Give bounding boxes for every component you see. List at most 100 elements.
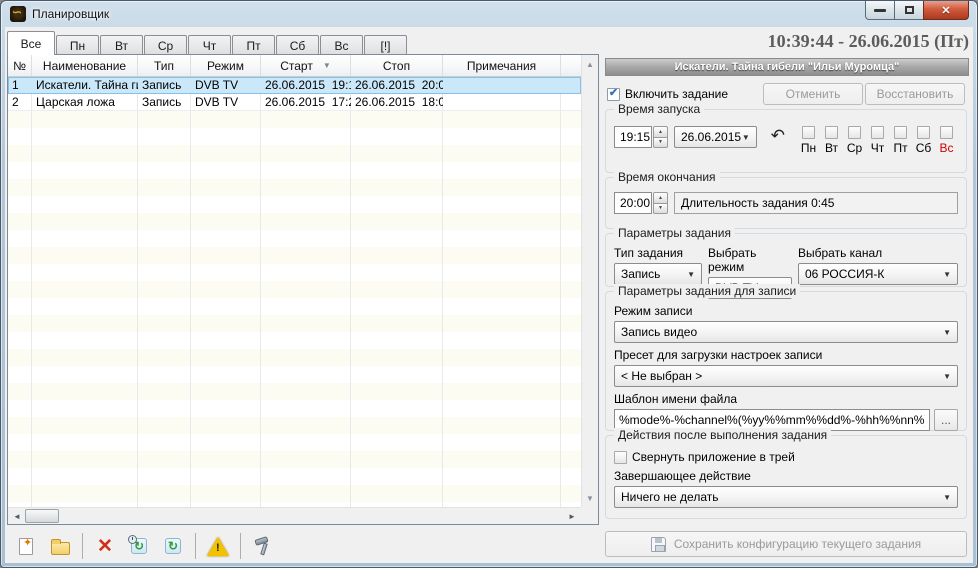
tools-button[interactable]: [248, 533, 278, 559]
chevron-down-icon: ▼: [943, 372, 951, 381]
enable-task-checkbox[interactable]: ✔: [607, 88, 620, 101]
cancel-button[interactable]: Отменить: [763, 83, 863, 105]
toolbar-separator: [195, 533, 196, 559]
task-type-label: Тип задания: [614, 246, 702, 260]
column-header-name[interactable]: Наименование: [32, 55, 138, 76]
delete-icon: ✕: [97, 537, 113, 556]
window-title: Планировщик: [32, 7, 109, 21]
day-wed: Ср: [843, 126, 866, 155]
tab-alert[interactable]: [!]: [364, 35, 407, 55]
close-button[interactable]: ✕: [923, 1, 969, 20]
end-time-spinner[interactable]: 20:00 ▲▼: [614, 192, 668, 214]
undo-icon[interactable]: ↶: [771, 126, 785, 146]
spin-down-icon[interactable]: ▼: [653, 137, 668, 149]
tab-sun[interactable]: Вс: [320, 35, 363, 55]
delete-task-button[interactable]: ✕: [90, 533, 120, 559]
record-mode-dropdown[interactable]: Запись видео▼: [614, 321, 958, 343]
chevron-down-icon: ▼: [943, 493, 951, 502]
table-row-selected[interactable]: 1 Искатели. Тайна ги... Запись DVB TV 26…: [8, 77, 581, 94]
tab-strip: Все Пн Вт Ср Чт Пт Сб Вс [!]: [7, 31, 408, 55]
horizontal-scrollbar[interactable]: ◄ ►: [8, 507, 598, 524]
bottom-toolbar: ✦ ✕ ↻ ↻ !: [11, 531, 282, 561]
maximize-button[interactable]: [895, 1, 923, 20]
record-mode-label: Режим записи: [614, 304, 958, 318]
final-action-label: Завершающее действие: [614, 469, 958, 483]
save-config-button[interactable]: Сохранить конфигурацию текущего задания: [605, 531, 967, 557]
column-header-type[interactable]: Тип: [138, 55, 191, 76]
day-sun-checkbox[interactable]: [940, 126, 953, 139]
chevron-down-icon: ▼: [943, 270, 951, 279]
task-details-panel: 10:39:44 - 26.06.2015 (Пт) Искатели. Тай…: [605, 27, 969, 565]
spin-down-icon[interactable]: ▼: [653, 203, 668, 215]
minimize-button[interactable]: [865, 1, 895, 20]
open-button[interactable]: [45, 533, 75, 559]
column-header-filler: [561, 55, 581, 76]
browse-button[interactable]: ...: [934, 409, 958, 431]
start-time-spinner[interactable]: 19:15 ▲▼: [614, 126, 668, 148]
after-actions-group: Действия после выполнения задания Сверну…: [605, 435, 967, 519]
column-grid: [8, 77, 581, 507]
column-header-num[interactable]: №: [8, 55, 32, 76]
final-action-dropdown[interactable]: Ничего не делать▼: [614, 486, 958, 508]
close-icon: ✕: [941, 4, 950, 17]
scroll-right-icon[interactable]: ►: [564, 508, 580, 524]
warnings-button[interactable]: !: [203, 533, 233, 559]
sort-descending-icon: ▼: [323, 61, 331, 70]
channel-dropdown[interactable]: 06 РОССИЯ-К▼: [798, 263, 958, 285]
checkmark-icon: ✔: [609, 88, 618, 99]
day-tue: Вт: [820, 126, 843, 155]
task-title-bar: Искатели. Тайна гибели "Ильи Муромца": [605, 58, 969, 76]
refresh-list-button[interactable]: ↻: [158, 533, 188, 559]
duration-field: Длительность задания 0:45: [674, 192, 958, 214]
scheduled-refresh-icon: ↻: [131, 538, 147, 554]
tab-thu[interactable]: Чт: [188, 35, 231, 55]
tab-mon[interactable]: Пн: [56, 35, 99, 55]
column-header-mode[interactable]: Режим: [191, 55, 261, 76]
day-mon-checkbox[interactable]: [802, 126, 815, 139]
title-bar: Планировщик ✕: [1, 1, 977, 27]
tab-all[interactable]: Все: [7, 31, 55, 55]
minimize-to-tray-checkbox[interactable]: [614, 451, 627, 464]
day-tue-checkbox[interactable]: [825, 126, 838, 139]
day-thu: Чт: [866, 126, 889, 155]
new-task-button[interactable]: ✦: [11, 533, 41, 559]
app-window: Планировщик ✕ Все Пн Вт Ср Чт Пт Сб Вс […: [0, 0, 978, 568]
refresh-icon: ↻: [165, 538, 181, 554]
scroll-down-icon[interactable]: ▼: [582, 490, 598, 506]
tab-sat[interactable]: Сб: [276, 35, 319, 55]
tab-fri[interactable]: Пт: [232, 35, 275, 55]
minimize-to-tray-label: Свернуть приложение в трей: [632, 450, 795, 464]
spin-up-icon[interactable]: ▲: [653, 192, 668, 203]
clock-icon: [128, 535, 137, 544]
vertical-scrollbar[interactable]: ▲ ▼: [581, 55, 598, 507]
day-wed-checkbox[interactable]: [848, 126, 861, 139]
table-row[interactable]: 2 Царская ложа Запись DVB TV 26.06.2015 …: [8, 94, 581, 111]
scrollbar-corner: [581, 507, 598, 524]
task-params-group: Параметры задания Тип задания Запись▼ Вы…: [605, 233, 967, 287]
maximize-icon: [905, 6, 914, 14]
day-sat: Сб: [912, 126, 935, 155]
filename-template-label: Шаблон имени файла: [614, 392, 958, 406]
scroll-up-icon[interactable]: ▲: [582, 56, 598, 72]
column-header-notes[interactable]: Примечания: [443, 55, 561, 76]
horizontal-scroll-thumb[interactable]: [25, 509, 59, 523]
delete-by-schedule-button[interactable]: ↻: [124, 533, 154, 559]
day-sat-checkbox[interactable]: [917, 126, 930, 139]
preset-label: Пресет для загрузки настроек записи: [614, 348, 958, 362]
tab-tue[interactable]: Вт: [100, 35, 143, 55]
restore-button[interactable]: Восстановить: [865, 83, 965, 105]
spin-up-icon[interactable]: ▲: [653, 126, 668, 137]
table-header: № Наименование Тип Режим Старт▼ Стоп При…: [8, 55, 581, 77]
warning-icon: !: [207, 537, 229, 556]
tab-wed[interactable]: Ср: [144, 35, 187, 55]
column-header-stop[interactable]: Стоп: [351, 55, 443, 76]
day-fri-checkbox[interactable]: [894, 126, 907, 139]
scroll-left-icon[interactable]: ◄: [9, 508, 25, 524]
column-header-start[interactable]: Старт▼: [261, 55, 351, 76]
hammer-icon: [252, 535, 274, 557]
start-date-dropdown[interactable]: 26.06.2015▼: [674, 126, 757, 148]
day-thu-checkbox[interactable]: [871, 126, 884, 139]
preset-dropdown[interactable]: < Не выбран >▼: [614, 365, 958, 387]
client-area: Все Пн Вт Ср Чт Пт Сб Вс [!] № Наименова…: [5, 27, 973, 563]
task-type-dropdown[interactable]: Запись▼: [614, 263, 702, 285]
